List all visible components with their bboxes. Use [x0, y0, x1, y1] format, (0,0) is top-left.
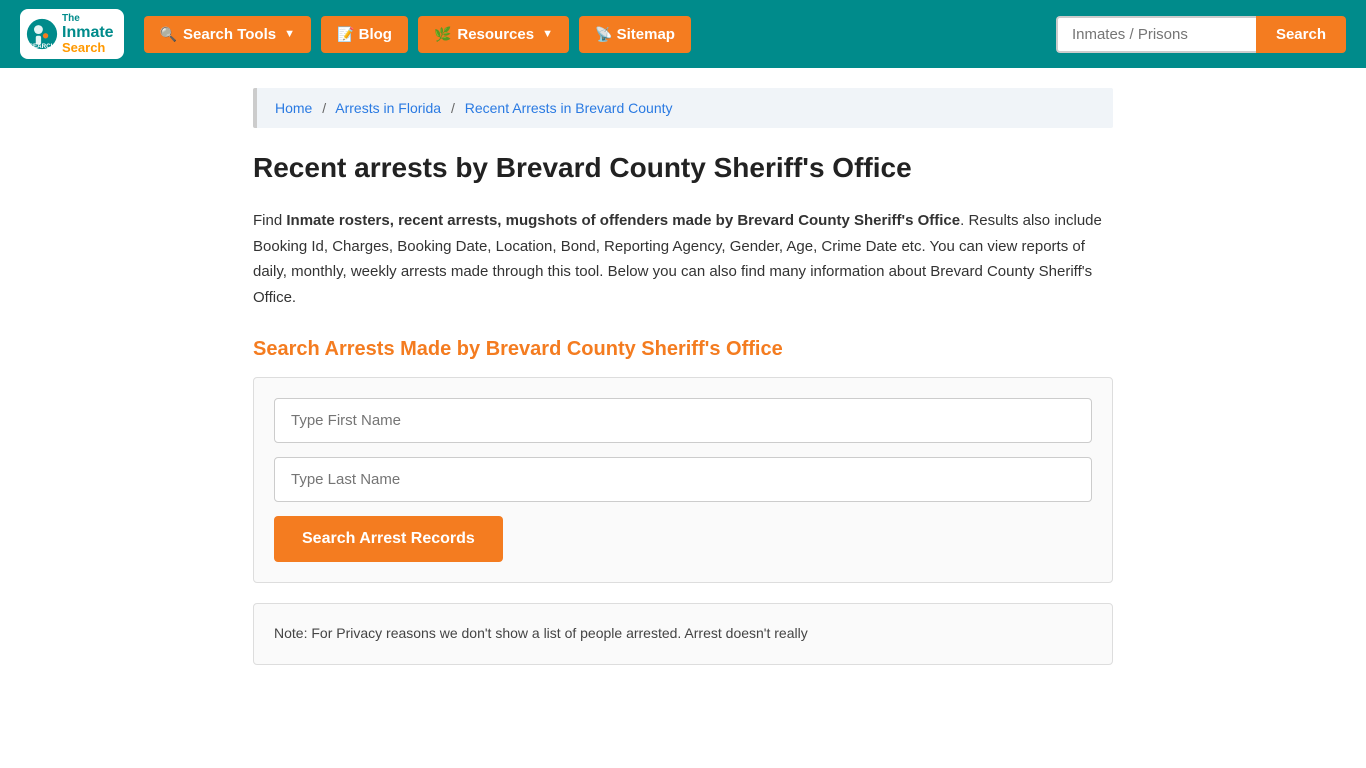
- search-section-title: Search Arrests Made by Brevard County Sh…: [253, 338, 1113, 361]
- logo-icon: SEARCH: [26, 18, 58, 50]
- page-description: Find Inmate rosters, recent arrests, mug…: [253, 208, 1113, 310]
- sitemap-button[interactable]: Sitemap: [579, 16, 691, 53]
- header-search-input[interactable]: [1056, 16, 1256, 53]
- svg-text:SEARCH: SEARCH: [29, 43, 56, 50]
- blog-button[interactable]: Blog: [321, 16, 408, 53]
- resources-icon: [434, 26, 451, 43]
- resources-dropdown-icon: ▼: [542, 28, 553, 40]
- breadcrumb-arrests-florida[interactable]: Arrests in Florida: [335, 100, 441, 116]
- search-tools-dropdown-icon: ▼: [284, 28, 295, 40]
- search-tools-icon: [160, 26, 177, 43]
- header-search-button[interactable]: Search: [1256, 16, 1346, 53]
- breadcrumb-sep-1: /: [322, 100, 326, 116]
- resources-button[interactable]: Resources ▼: [418, 16, 569, 53]
- breadcrumb-current: Recent Arrests in Brevard County: [465, 100, 673, 116]
- search-tools-button[interactable]: Search Tools ▼: [144, 16, 311, 53]
- page-title: Recent arrests by Brevard County Sheriff…: [253, 152, 1113, 184]
- breadcrumb-sep-2: /: [451, 100, 455, 116]
- logo-box: SEARCH The Inmate Search: [20, 9, 124, 60]
- blog-icon: [337, 26, 354, 43]
- search-arrest-button[interactable]: Search Arrest Records: [274, 516, 503, 562]
- logo-text: The Inmate Search: [62, 13, 114, 56]
- note-text: Note: For Privacy reasons we don't show …: [274, 625, 808, 641]
- last-name-input[interactable]: [274, 457, 1092, 502]
- note-box: Note: For Privacy reasons we don't show …: [253, 603, 1113, 665]
- breadcrumb: Home / Arrests in Florida / Recent Arres…: [253, 88, 1113, 128]
- description-bold: Inmate rosters, recent arrests, mugshots…: [286, 212, 960, 229]
- sitemap-icon: [595, 26, 612, 43]
- main-content: Home / Arrests in Florida / Recent Arres…: [233, 68, 1133, 685]
- logo-link[interactable]: SEARCH The Inmate Search: [20, 9, 124, 60]
- arrest-search-form: Search Arrest Records: [253, 377, 1113, 583]
- first-name-input[interactable]: [274, 398, 1092, 443]
- header-search-bar: Search: [1056, 16, 1346, 53]
- breadcrumb-home[interactable]: Home: [275, 100, 312, 116]
- site-header: SEARCH The Inmate Search Search Tools ▼ …: [0, 0, 1366, 68]
